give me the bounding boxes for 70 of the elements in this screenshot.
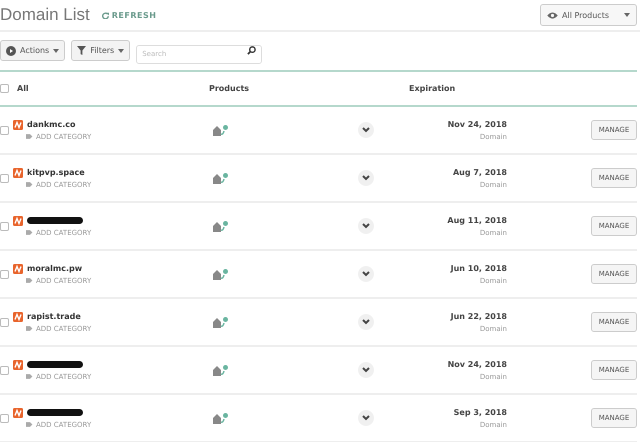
row-checkbox[interactable]: [0, 318, 9, 326]
products-icon: [213, 172, 228, 184]
tag-icon: [26, 181, 34, 188]
tag-icon: [26, 325, 34, 332]
row-checkbox[interactable]: [0, 126, 9, 134]
expiration-date: Aug 7, 2018: [452, 168, 507, 176]
logo-icon: [13, 216, 23, 226]
domain-name[interactable]: dankmc.co: [27, 120, 76, 129]
refresh-icon: [102, 12, 109, 18]
expiration-date: Sep 3, 2018: [454, 408, 507, 416]
column-header: All: [17, 84, 30, 93]
row-checkbox[interactable]: [0, 414, 9, 422]
products-icon: [213, 124, 228, 136]
caret-icon: [624, 13, 630, 17]
expiration-date: Jun 10, 2018: [450, 264, 507, 272]
play-circle-icon: [6, 46, 16, 56]
chevron-down-icon: [362, 319, 370, 325]
chevron-down-icon: [362, 223, 370, 229]
logo-icon: [13, 168, 23, 178]
column-header: Expiration: [409, 84, 456, 93]
chevron-down-icon: [362, 367, 370, 373]
domain-name[interactable]: rapist.trade: [27, 312, 81, 321]
expand-button[interactable]: [358, 170, 374, 186]
tag-icon: [26, 373, 34, 380]
chevron-down-icon: [362, 271, 370, 277]
expand-button[interactable]: [358, 314, 374, 330]
logo-icon: [13, 360, 23, 370]
tag-icon: [26, 277, 34, 284]
search-icon: [247, 46, 256, 55]
logo-icon: [13, 120, 23, 130]
expiration-date: Nov 24, 2018: [448, 360, 507, 368]
logo-icon: [13, 264, 23, 274]
logo-icon: [13, 408, 23, 418]
chevron-down-icon: [362, 127, 370, 133]
expand-button[interactable]: [358, 410, 374, 426]
tag-icon: [26, 421, 34, 428]
actions-button[interactable]: Actions: [0, 40, 66, 61]
column-header: Products: [209, 84, 250, 93]
domain-name[interactable]: moralmc.pw: [27, 264, 82, 273]
products-icon: [213, 268, 228, 280]
products-icon: [213, 364, 228, 376]
chevron-down-icon: [362, 175, 370, 181]
expiration-date: Jun 22, 2018: [450, 312, 507, 320]
products-icon: [213, 412, 228, 424]
eye-icon: [547, 12, 558, 18]
filters-button[interactable]: Filters: [71, 40, 130, 61]
select-all-checkbox[interactable]: [0, 84, 9, 93]
row-checkbox[interactable]: [0, 366, 9, 374]
expand-button[interactable]: [358, 266, 374, 282]
expiration-date: Nov 24, 2018: [448, 120, 507, 128]
funnel-icon: [77, 46, 86, 55]
caret-icon: [53, 48, 60, 52]
tag-icon: [26, 229, 34, 236]
logo-icon: [13, 312, 23, 322]
page-title: Domain List: [0, 5, 90, 25]
expiration-date: Aug 11, 2018: [447, 216, 507, 224]
row-checkbox[interactable]: [0, 174, 9, 182]
row-checkbox[interactable]: [0, 222, 9, 230]
row-checkbox[interactable]: [0, 270, 9, 278]
products-icon: [213, 316, 228, 328]
domain-name[interactable]: kitpvp.space: [27, 168, 85, 177]
expand-button[interactable]: [358, 218, 374, 234]
chevron-down-icon: [362, 415, 370, 421]
expand-button[interactable]: [358, 362, 374, 378]
products-icon: [213, 220, 228, 232]
caret-icon: [118, 48, 124, 52]
expand-button[interactable]: [358, 122, 374, 138]
product-filter-dropdown[interactable]: All Products: [540, 4, 637, 26]
tag-icon: [26, 133, 34, 140]
refresh-label: REFRESH: [112, 10, 156, 20]
